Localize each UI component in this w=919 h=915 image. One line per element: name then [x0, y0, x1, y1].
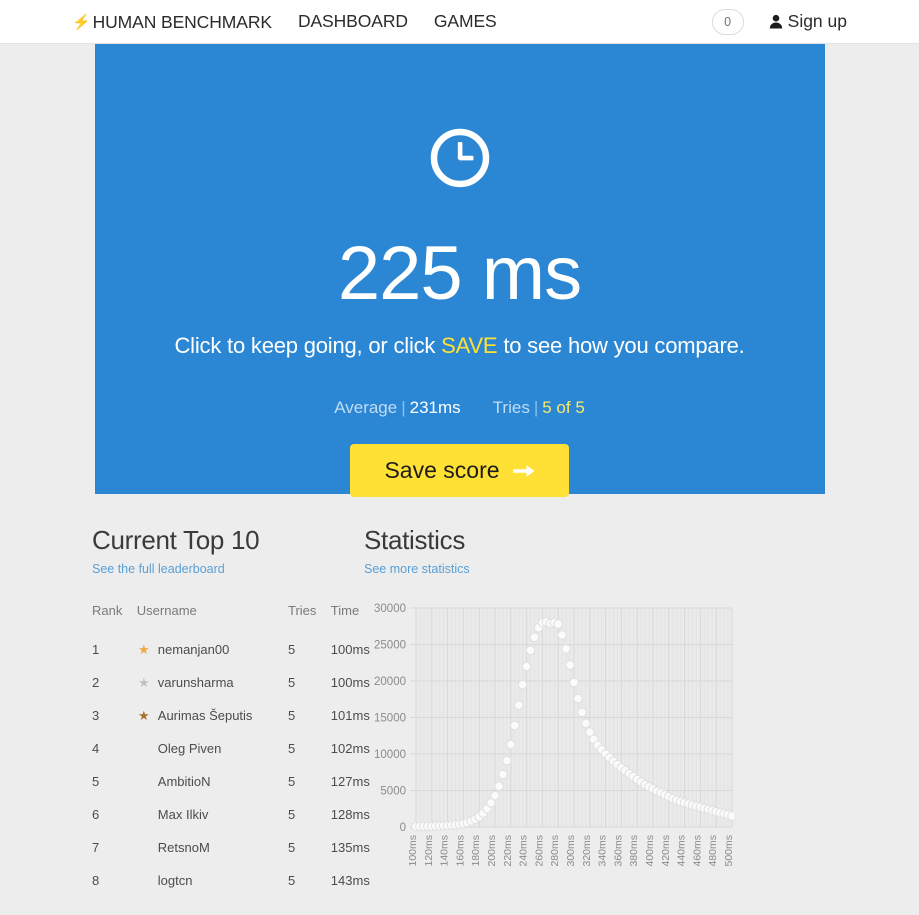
statistics-section: Statistics See more statistics 0 5000 1000… — [1, 525, 734, 897]
chart-data-point — [525, 645, 536, 656]
chart-y-tick-label: 5000 — [380, 786, 406, 798]
average-value: 231ms — [409, 398, 461, 417]
chart-data-point — [561, 644, 571, 654]
reaction-time-distribution-chart: 0 5000 10000 15000 20000 25000 30000 100ms 120ms… — [364, 600, 734, 875]
nav-link-dashboard[interactable]: DASHBOARD — [298, 11, 408, 32]
chart-x-tick-label: 440ms — [676, 835, 688, 867]
hero-instruction-text: Click to keep going, or click SAVE to se… — [174, 333, 744, 359]
chart-x-tick-label: 120ms — [423, 835, 435, 867]
nav-link-games[interactable]: GAMES — [434, 11, 497, 32]
chart-data-point — [573, 693, 583, 704]
chart-x-tick-label: 420ms — [660, 835, 672, 867]
reaction-test-panel[interactable]: 225 ms Click to keep going, or click SAV… — [94, 44, 825, 497]
tries-stat: Tries | 5 of 5 — [493, 398, 585, 418]
chart-y-tick-label: 10000 — [374, 749, 406, 761]
hero-stats-row: Average | 231ms Tries | 5 of 5 — [334, 398, 585, 418]
chart-data-point — [509, 720, 520, 731]
chart-x-tick-label: 360ms — [612, 835, 624, 867]
save-score-label: Save score — [384, 457, 500, 483]
chart-x-tick-label: 400ms — [644, 835, 656, 867]
brand-logo[interactable]: ⚡ HUMAN BENCHMARK — [72, 12, 272, 33]
lower-content: Current Top 10 See the full leaderboard … — [0, 494, 919, 897]
chart-data-point — [494, 781, 504, 791]
navbar-left-group: ⚡ HUMAN BENCHMARK DASHBOARD GAMES — [72, 11, 497, 33]
tries-label: Tries — [492, 398, 530, 417]
average-label: Average — [334, 398, 398, 417]
save-score-button[interactable]: Save score — [350, 444, 569, 497]
chart-x-tick-label: 220ms — [502, 835, 514, 867]
chart-x-tick-label: 240ms — [518, 835, 530, 867]
sign-up-button[interactable]: Sign up — [769, 11, 847, 32]
reaction-time-value: 225 ms — [337, 231, 582, 316]
chart-data-point — [569, 677, 579, 688]
chart-x-tick-label: 140ms — [439, 835, 451, 867]
hero-wrapper: 225 ms Click to keep going, or click SAV… — [0, 44, 919, 497]
chart-x-tick-label: 200ms — [486, 835, 498, 867]
notification-count-badge[interactable]: 0 — [711, 8, 744, 35]
chart-data-point — [565, 660, 575, 670]
chart-data-point — [490, 790, 500, 801]
chart-y-tick-label: 15000 — [374, 713, 406, 725]
arrow-right-icon — [512, 463, 535, 479]
navbar-right-group: 0 Sign up — [711, 8, 847, 35]
instruction-save-keyword: SAVE — [441, 333, 498, 358]
chart-data-point — [727, 811, 734, 821]
instruction-suffix: to see how you compare. — [497, 333, 745, 358]
clock-icon — [429, 127, 491, 189]
chart-y-tick-label: 0 — [400, 822, 406, 834]
sign-up-label: Sign up — [787, 11, 847, 31]
chart-svg: 0 5000 10000 15000 20000 25000 30000 100ms 120ms… — [374, 603, 734, 867]
chart-x-tick-label: 480ms — [707, 835, 719, 867]
chart-x-tick-label: 300ms — [565, 835, 577, 867]
more-statistics-link[interactable]: See more statistics — [364, 562, 470, 576]
navbar: ⚡ HUMAN BENCHMARK DASHBOARD GAMES 0 Sign… — [0, 0, 919, 44]
chart-data-point — [577, 707, 587, 718]
tries-value: 5 of 5 — [542, 398, 585, 417]
chart-y-tick-label: 30000 — [374, 603, 406, 615]
chart-x-tick-label: 280ms — [549, 835, 561, 867]
chart-data-point — [581, 718, 591, 729]
chart-x-tick-label: 500ms — [723, 835, 734, 867]
chart-data-point — [502, 755, 512, 766]
chart-y-tick-label: 25000 — [374, 640, 406, 652]
chart-y-tick-label: 20000 — [374, 676, 406, 688]
average-separator: | — [401, 398, 406, 417]
chart-x-tick-label: 340ms — [597, 835, 609, 867]
chart-data-point — [517, 679, 528, 690]
chart-data-point — [521, 661, 532, 672]
bolt-icon: ⚡ — [72, 13, 91, 31]
chart-data-point — [529, 632, 540, 643]
brand-label: HUMAN BENCHMARK — [92, 11, 272, 32]
chart-data-point — [557, 630, 567, 640]
instruction-prefix: Click to keep going, or click — [174, 333, 442, 358]
chart-data-point — [498, 769, 508, 780]
tries-separator: | — [533, 398, 539, 417]
person-icon — [769, 14, 783, 29]
chart-x-tick-label: 160ms — [454, 835, 466, 867]
chart-x-tick-label: 260ms — [533, 835, 545, 867]
chart-x-tick-label: 320ms — [581, 835, 593, 867]
chart-data-point — [505, 739, 516, 750]
chart-data-point — [513, 700, 524, 710]
chart-x-tick-label: 380ms — [628, 835, 640, 867]
chart-data-point — [553, 619, 564, 629]
chart-x-tick-label: 180ms — [470, 835, 482, 867]
average-stat: Average | 231ms — [334, 398, 460, 418]
chart-x-tick-label: 460ms — [691, 835, 703, 867]
chart-x-tick-label: 100ms — [407, 835, 419, 867]
statistics-title: Statistics — [364, 525, 466, 555]
